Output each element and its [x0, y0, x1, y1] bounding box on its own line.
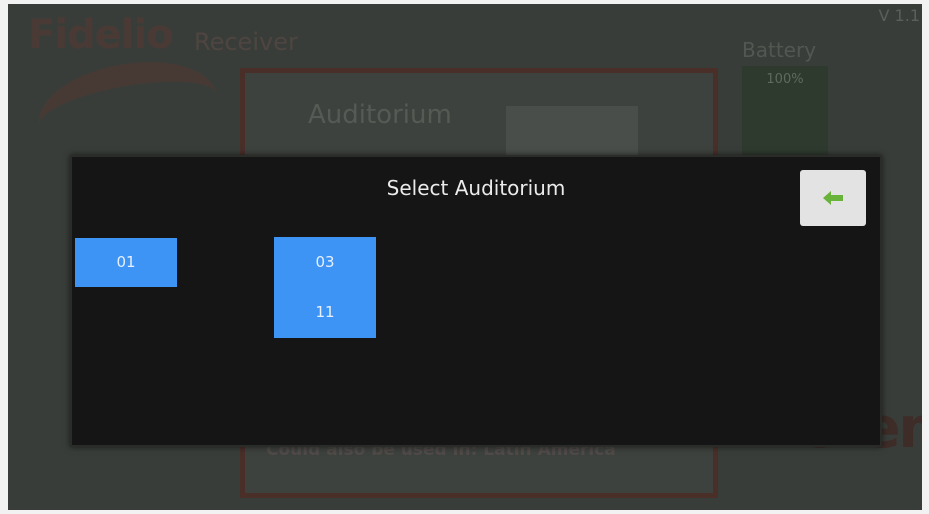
auditorium-group-2[interactable]: 03 11: [274, 237, 376, 338]
back-button[interactable]: [800, 170, 866, 226]
auditorium-group-1[interactable]: 01: [75, 238, 177, 287]
battery-label: Battery: [742, 38, 817, 62]
back-arrow-icon: [823, 191, 843, 205]
version-label: V 1.1: [878, 6, 920, 25]
select-auditorium-dialog: Select Auditorium 01 03 11: [70, 155, 882, 447]
battery-percentage: 100%: [766, 72, 804, 87]
logo-name: Fidelio: [28, 12, 174, 58]
logo-subtitle: Receiver: [194, 28, 298, 56]
device-screen: Fidelio Receiver V 1.1 Auditorium Batter…: [8, 4, 922, 510]
logo-sash-graphic: [31, 49, 225, 171]
auditorium-label: Auditorium: [308, 100, 452, 130]
auditorium-option-01[interactable]: 01: [75, 253, 177, 271]
auditorium-option-11[interactable]: 11: [274, 303, 376, 321]
dialog-title: Select Auditorium: [386, 176, 566, 200]
battery-indicator: 100%: [742, 66, 828, 162]
auditorium-option-03[interactable]: 03: [274, 253, 376, 271]
